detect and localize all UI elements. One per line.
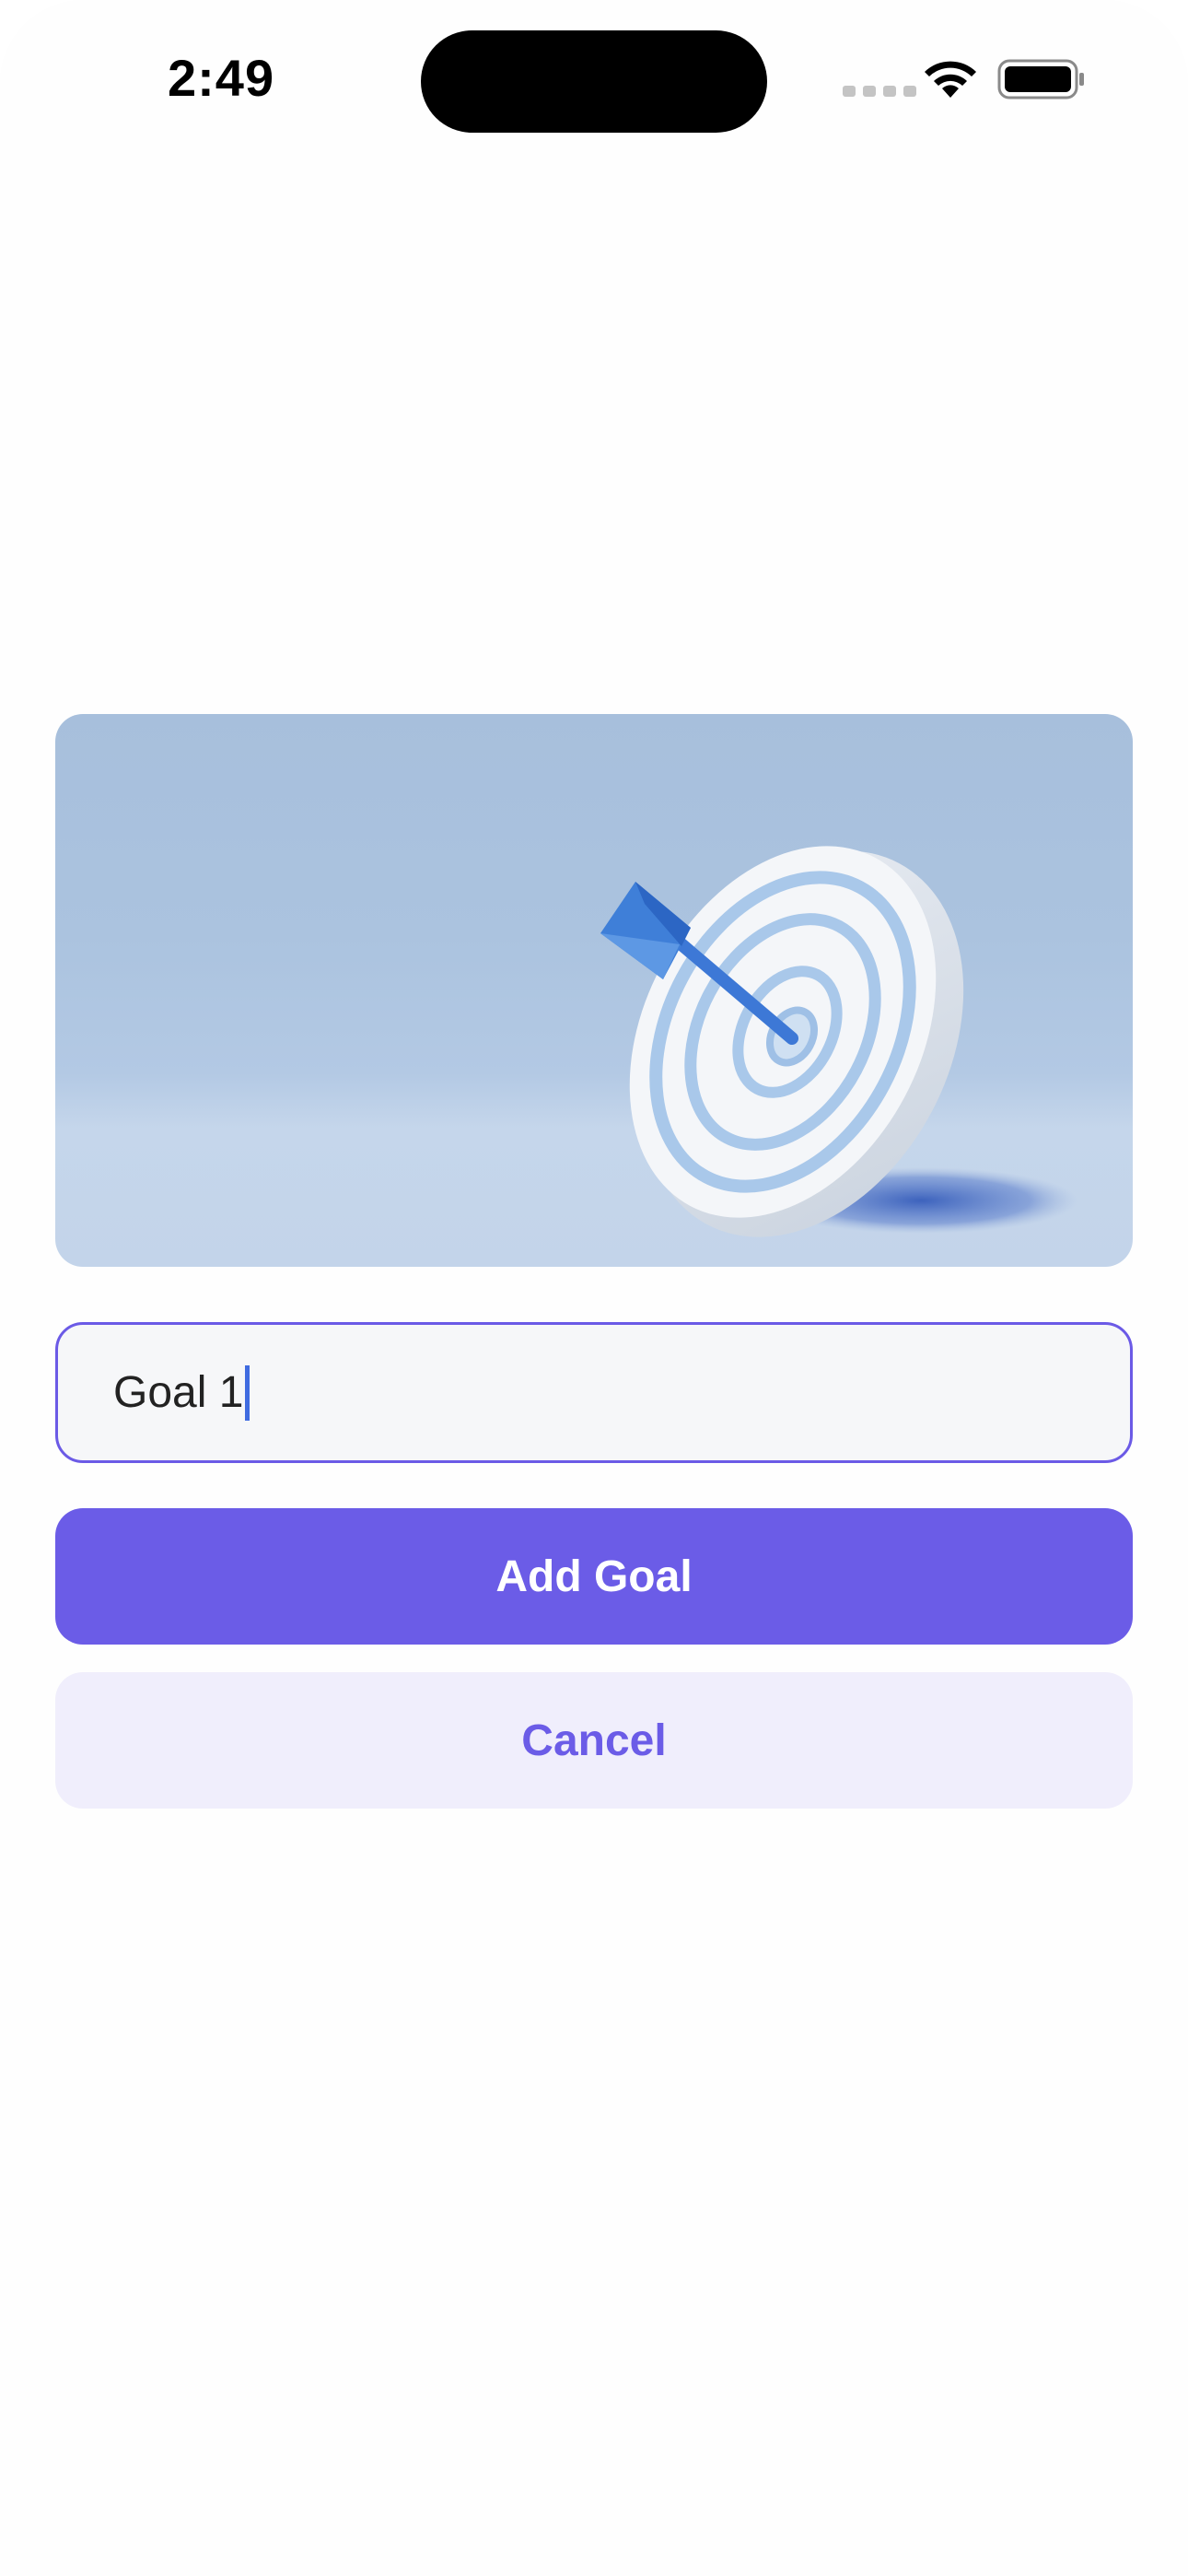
goal-input-value: Goal 1 xyxy=(113,1368,244,1417)
target-illustration xyxy=(55,714,1133,1267)
cellular-signal-icon xyxy=(843,86,916,97)
goal-name-input[interactable]: Goal 1 xyxy=(55,1322,1133,1463)
text-cursor xyxy=(245,1364,250,1421)
cancel-button[interactable]: Cancel xyxy=(55,1672,1133,1809)
dynamic-island xyxy=(421,30,767,133)
status-time: 2:49 xyxy=(168,49,275,107)
add-goal-button[interactable]: Add Goal xyxy=(55,1508,1133,1645)
target-dart-icon xyxy=(600,846,1077,1237)
battery-icon xyxy=(997,59,1084,100)
wifi-icon xyxy=(925,61,976,98)
add-goal-screen: 2:49 Goal 1 Add Goal Cancel xyxy=(0,0,1188,2576)
